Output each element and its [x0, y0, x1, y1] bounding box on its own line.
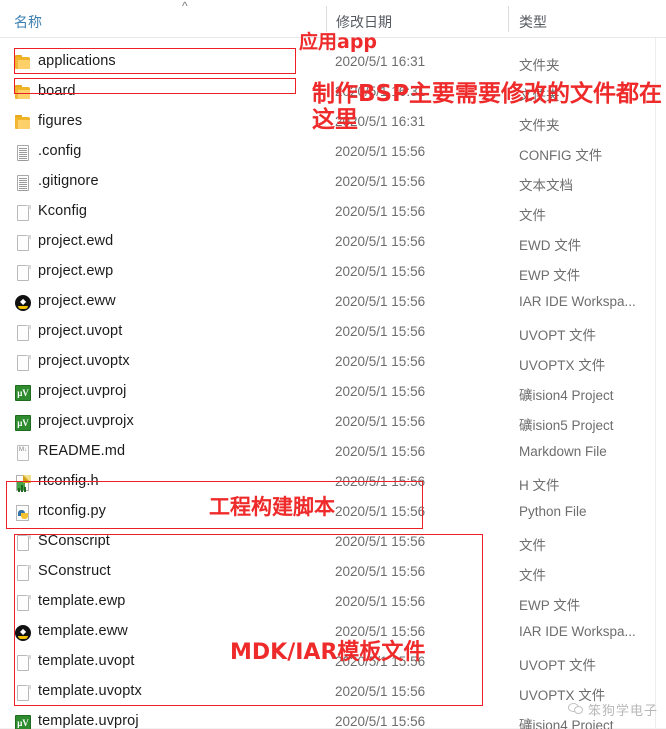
annotation-label-bsp-line1: 制作BSP主要需要修改的文件都在 [312, 81, 662, 107]
blank-file-icon [14, 204, 32, 222]
watermark: 笨狗学电子 [567, 700, 658, 719]
file-type: H 文件 [519, 478, 560, 493]
file-name: project.ewd [38, 233, 114, 249]
file-type: EWD 文件 [519, 238, 582, 253]
file-row[interactable]: M↓ README.md 2020/5/1 15:56 Markdown File [0, 438, 666, 468]
file-name: figures [38, 113, 83, 129]
file-date-modified: 2020/5/1 15:56 [335, 714, 426, 729]
keil-uvision-icon: μV [14, 384, 32, 402]
file-date-modified: 2020/5/1 15:56 [335, 294, 426, 309]
file-date-modified: 2020/5/1 15:56 [335, 414, 426, 429]
file-type: UVOPT 文件 [519, 658, 597, 673]
file-name: .gitignore [38, 173, 99, 189]
text-file-icon [14, 174, 32, 192]
file-explorer-window: ^ 名称 修改日期 类型 applications 2020/5/1 16:31 文… [0, 0, 666, 729]
file-type: EWP 文件 [519, 268, 581, 283]
column-divider-2[interactable] [508, 6, 509, 32]
file-row[interactable]: .gitignore 2020/5/1 15:56 文本文档 [0, 168, 666, 198]
blank-file-icon [14, 264, 32, 282]
blank-file-icon [14, 354, 32, 372]
watermark-label: 笨狗学电子 [587, 703, 658, 718]
file-name: project.ewp [38, 263, 114, 279]
file-type: CONFIG 文件 [519, 148, 603, 163]
file-name: project.uvoptx [38, 353, 130, 369]
column-header-name[interactable]: 名称 [14, 12, 42, 32]
markdown-file-icon: M↓ [14, 444, 32, 462]
annotation-box-templates [14, 534, 483, 706]
file-type: 礦ision5 Project [519, 418, 614, 433]
file-date-modified: 2020/5/1 15:56 [335, 324, 426, 339]
file-date-modified: 2020/5/1 15:56 [335, 354, 426, 369]
file-type: 礦ision4 Project [519, 388, 614, 403]
file-type: 文件 [519, 568, 546, 583]
file-name: project.uvopt [38, 323, 123, 339]
file-date-modified: 2020/5/1 15:56 [335, 174, 426, 189]
column-header-type[interactable]: 类型 [519, 12, 547, 32]
file-type: Python File [519, 504, 587, 519]
blank-file-icon [14, 234, 32, 252]
file-row[interactable]: Kconfig 2020/5/1 15:56 文件 [0, 198, 666, 228]
annotation-label-app: 应用app [299, 31, 378, 53]
file-type: 文本文档 [519, 178, 573, 193]
file-type: 文件 [519, 208, 546, 223]
annotation-label-bsp-line2: 这里 [312, 107, 358, 133]
file-type: 文件夹 [519, 118, 560, 133]
annotation-box-applications [14, 48, 296, 74]
file-type: IAR IDE Workspa... [519, 624, 636, 639]
keil-uvision-icon: μV [14, 714, 32, 729]
file-date-modified: 2020/5/1 15:56 [335, 384, 426, 399]
file-row[interactable]: ◆ project.eww 2020/5/1 15:56 IAR IDE Worksp… [0, 288, 666, 318]
file-type: 文件夹 [519, 58, 560, 73]
file-row[interactable]: project.uvoptx 2020/5/1 15:56 UVOPTX 文件 [0, 348, 666, 378]
folder-icon [14, 114, 32, 132]
text-file-icon [14, 144, 32, 162]
file-name: template.uvproj [38, 713, 139, 729]
sort-ascending-caret-icon: ^ [182, 0, 188, 13]
blank-file-icon [14, 324, 32, 342]
file-type: EWP 文件 [519, 598, 581, 613]
iar-workspace-icon: ◆ [14, 294, 32, 312]
file-row[interactable]: project.ewd 2020/5/1 15:56 EWD 文件 [0, 228, 666, 258]
annotation-box-board [14, 78, 296, 94]
file-type: UVOPTX 文件 [519, 358, 606, 373]
file-type: Markdown File [519, 444, 607, 459]
file-date-modified: 2020/5/1 15:56 [335, 144, 426, 159]
file-date-modified: 2020/5/1 15:56 [335, 444, 426, 459]
file-row[interactable]: project.ewp 2020/5/1 15:56 EWP 文件 [0, 258, 666, 288]
file-name: project.uvprojx [38, 413, 134, 429]
file-row[interactable]: μV project.uvprojx 2020/5/1 15:56 礦ision5 P… [0, 408, 666, 438]
file-type: 文件 [519, 538, 546, 553]
file-date-modified: 2020/5/1 16:31 [335, 54, 426, 69]
file-name: project.eww [38, 293, 116, 309]
file-type: UVOPT 文件 [519, 328, 597, 343]
file-row[interactable]: μV template.uvproj 2020/5/1 15:56 礦ision4 P… [0, 708, 666, 729]
annotation-label-template-files: MDK/IAR模板文件 [230, 640, 426, 665]
keil-uvision-icon: μV [14, 414, 32, 432]
annotation-label-build-script: 工程构建脚本 [209, 495, 335, 519]
file-row[interactable]: project.uvopt 2020/5/1 15:56 UVOPT 文件 [0, 318, 666, 348]
file-date-modified: 2020/5/1 15:56 [335, 234, 426, 249]
file-name: project.uvproj [38, 383, 127, 399]
file-date-modified: 2020/5/1 15:56 [335, 204, 426, 219]
file-row[interactable]: μV project.uvproj 2020/5/1 15:56 礦ision4 Pr… [0, 378, 666, 408]
file-row[interactable]: .config 2020/5/1 15:56 CONFIG 文件 [0, 138, 666, 168]
file-type: IAR IDE Workspa... [519, 294, 636, 309]
file-name: .config [38, 143, 82, 159]
file-name: Kconfig [38, 203, 88, 219]
file-date-modified: 2020/5/1 15:56 [335, 264, 426, 279]
file-name: README.md [38, 443, 126, 459]
wechat-icon [567, 703, 584, 716]
